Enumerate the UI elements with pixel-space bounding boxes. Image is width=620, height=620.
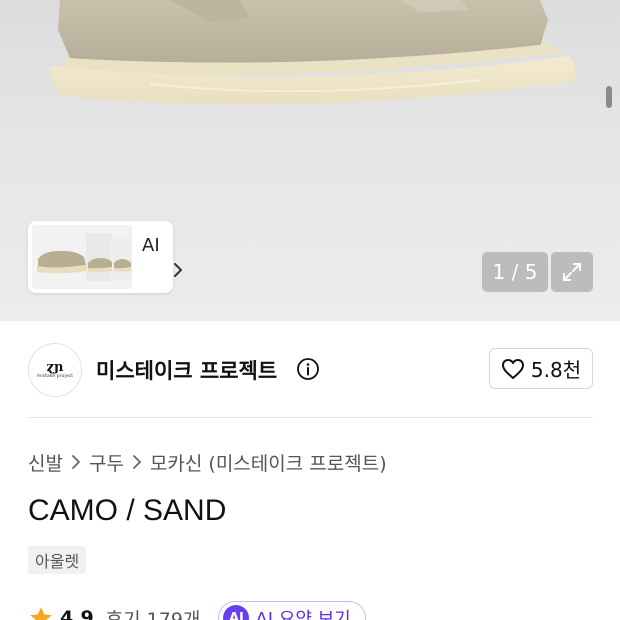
chevron-right-icon [71, 454, 81, 470]
breadcrumb-item[interactable]: 신발 [28, 449, 63, 476]
brand-logo-subtext: mistake project [36, 373, 74, 379]
breadcrumb-item[interactable]: 모카신 (미스테이크 프로젝트) [150, 449, 387, 476]
expand-image-button[interactable] [551, 252, 593, 292]
divider [28, 417, 593, 418]
like-button[interactable]: 5.8천 [489, 348, 593, 389]
info-icon[interactable] [296, 357, 320, 381]
breadcrumb: 신발 구두 모카신 (미스테이크 프로젝트) [28, 449, 387, 475]
brand-logo-mark: ɀɲ [46, 359, 64, 375]
ai-chip-icon: AI [223, 605, 250, 620]
image-counter: 1 / 5 [482, 252, 548, 292]
product-image-gallery[interactable]: AI 1 / 5 [0, 0, 620, 321]
product-title: CAMO / SAND [28, 494, 227, 527]
chevron-right-icon [132, 454, 142, 470]
brand-row: ɀɲ mistake project 미스테이크 프로젝트 5.8천 [0, 321, 620, 417]
ai-summary-label: AI 요약 보기 [255, 609, 351, 620]
ai-summary-button[interactable]: AI AI 요약 보기 [218, 601, 366, 620]
breadcrumb-item[interactable]: 구두 [89, 449, 124, 476]
review-count[interactable]: 후기 179개 [106, 605, 201, 620]
like-count: 5.8천 [530, 358, 582, 382]
ai-label: AI [142, 235, 160, 256]
rating-row: 4.9 후기 179개 AI AI 요약 보기 [28, 601, 366, 620]
expand-icon [563, 263, 581, 281]
brand-logo[interactable]: ɀɲ mistake project [28, 343, 82, 397]
brand-name[interactable]: 미스테이크 프로젝트 [96, 355, 277, 385]
rating-score: 4.9 [60, 607, 94, 620]
star-icon [30, 607, 52, 620]
thumbnail-images [32, 225, 132, 289]
outlet-badge: 아울렛 [28, 546, 87, 574]
chevron-right-icon [174, 263, 182, 277]
ai-similar-items-card[interactable]: AI [28, 221, 182, 293]
heart-icon [501, 358, 524, 379]
